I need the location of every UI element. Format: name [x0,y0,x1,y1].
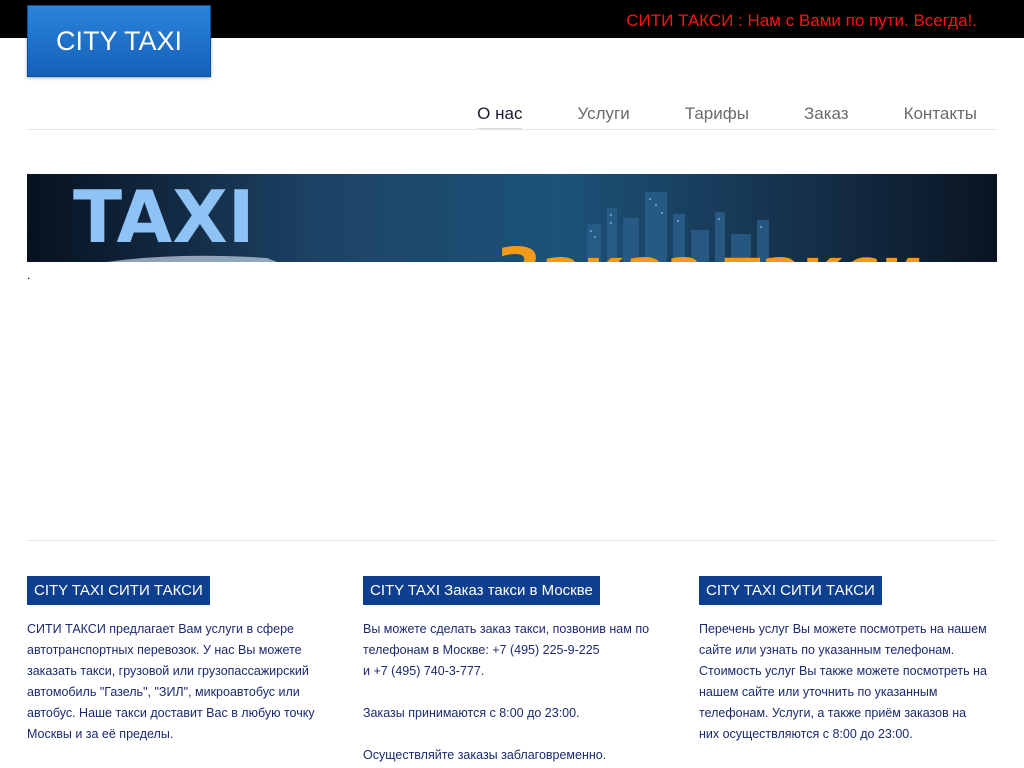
text-line: нашем сайте или уточнить по указанным [699,685,938,699]
banner-text-taxi: TAXI [73,175,255,259]
nav-item-services[interactable]: Услуги [577,104,629,130]
text-line: Стоимость услуг Вы также можете посмотре… [699,664,987,678]
column-heading: CITY TAXI СИТИ ТАКСИ [27,576,210,605]
nav-item-about[interactable]: О нас [477,104,523,130]
text-line: и +7 (495) 740-3-777. [363,664,485,678]
text-line: телефонам в Москве: +7 (495) 225-9-225 [363,643,600,657]
text-line: них осуществляются с 8:00 до 23:00. [699,727,913,741]
main-nav: О нас Услуги Тарифы Заказ Контакты [477,104,977,130]
text-line: автотранспортных перевозок. У нас Вы мож… [27,643,302,657]
logo-text: CITY TAXI [55,25,183,56]
text-line: заказать такси, грузовой или грузопассаж… [27,664,309,678]
nav-divider [27,129,997,130]
site-logo[interactable]: CITY TAXI [27,5,211,77]
text-line: Заказы принимаются с 8:00 до 23:00. [363,706,580,720]
text-line: Осуществляйте заказы заблаговременно. [363,748,607,762]
nav-item-order[interactable]: Заказ [804,104,849,130]
text-line: Москвы и за её пределы. [27,727,174,741]
column-heading: CITY TAXI Заказ такси в Москве [363,576,600,605]
header-slogan: СИТИ ТАКСИ : Нам с Вами по пути. Всегда!… [626,11,977,30]
column-text: Перечень услуг Вы можете посмотреть на н… [699,619,999,745]
banner-graphic: TAXI Заказ такси [73,175,924,262]
text-line: автомобиль "Газель", "ЗИЛ", микроавтобус… [27,685,300,699]
column-heading: CITY TAXI СИТИ ТАКСИ [699,576,882,605]
info-column-about: CITY TAXI СИТИ ТАКСИ СИТИ ТАКСИ предлага… [27,576,327,745]
text-line: Вы можете сделать заказ такси, позвонив … [363,622,650,636]
stray-dot: . [27,268,31,282]
text-line: СИТИ ТАКСИ предлагает Вам услуги в сфере [27,622,294,636]
nav-item-rates[interactable]: Тарифы [685,104,749,130]
info-column-services: CITY TAXI СИТИ ТАКСИ Перечень услуг Вы м… [699,576,999,745]
nav-item-contacts[interactable]: Контакты [904,104,977,130]
stray-dot: . [29,222,33,236]
content-divider [27,540,997,541]
column-text: Вы можете сделать заказ такси, позвонив … [363,619,663,766]
info-column-order: CITY TAXI Заказ такси в Москве Вы можете… [363,576,663,766]
text-line: автобус. Наше такси доставит Вас в любую… [27,706,315,720]
text-line: телефонам. Услуги, а также приём заказов… [699,706,967,720]
text-line: Перечень услуг Вы можете посмотреть на н… [699,622,987,636]
text-line: сайте или узнать по указанным телефонам. [699,643,955,657]
hero-banner: TAXI Заказ такси [27,174,997,262]
column-text: СИТИ ТАКСИ предлагает Вам услуги в сфере… [27,619,327,745]
banner-text-order: Заказ такси [497,234,924,262]
